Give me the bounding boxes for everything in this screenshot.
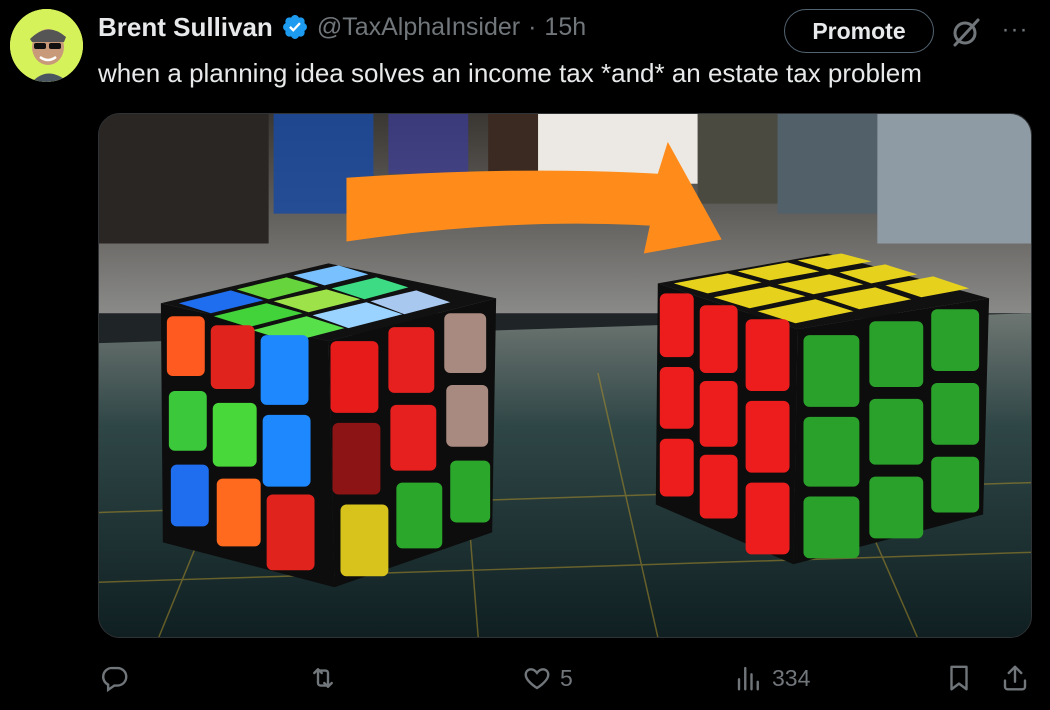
separator-dot: · (528, 12, 537, 41)
action-bar: 5 334 (98, 658, 1038, 698)
views-button[interactable]: 334 (734, 658, 810, 698)
author-name[interactable]: Brent Sullivan (98, 12, 273, 43)
reply-icon (102, 666, 128, 693)
bookmark-icon (950, 665, 968, 691)
retweet-button[interactable] (308, 658, 338, 698)
avatar[interactable] (10, 9, 83, 82)
solved-cube (655, 253, 990, 565)
bookmark-button[interactable] (944, 658, 974, 698)
view-count: 334 (772, 664, 811, 691)
grok-icon[interactable] (950, 16, 982, 48)
more-icon[interactable]: ··· (1000, 18, 1030, 44)
views-icon (737, 666, 759, 691)
promote-button[interactable]: Promote (784, 9, 934, 53)
reply-button[interactable] (100, 658, 130, 698)
like-count: 5 (560, 664, 573, 691)
tweet-image[interactable] (98, 113, 1032, 638)
share-icon (1003, 665, 1027, 691)
scrambled-cube (160, 263, 497, 588)
tweet-header: Brent Sullivan @TaxAlphaInsider · 15h (98, 10, 586, 44)
retweet-icon (313, 668, 333, 688)
timestamp[interactable]: 15h (544, 13, 586, 42)
author-handle[interactable]: @TaxAlphaInsider (317, 13, 520, 42)
tweet-text: when a planning idea solves an income ta… (98, 58, 922, 88)
share-button[interactable] (1000, 658, 1030, 698)
verified-badge-icon (281, 13, 309, 41)
like-icon (524, 668, 550, 690)
like-button[interactable]: 5 (522, 658, 573, 698)
